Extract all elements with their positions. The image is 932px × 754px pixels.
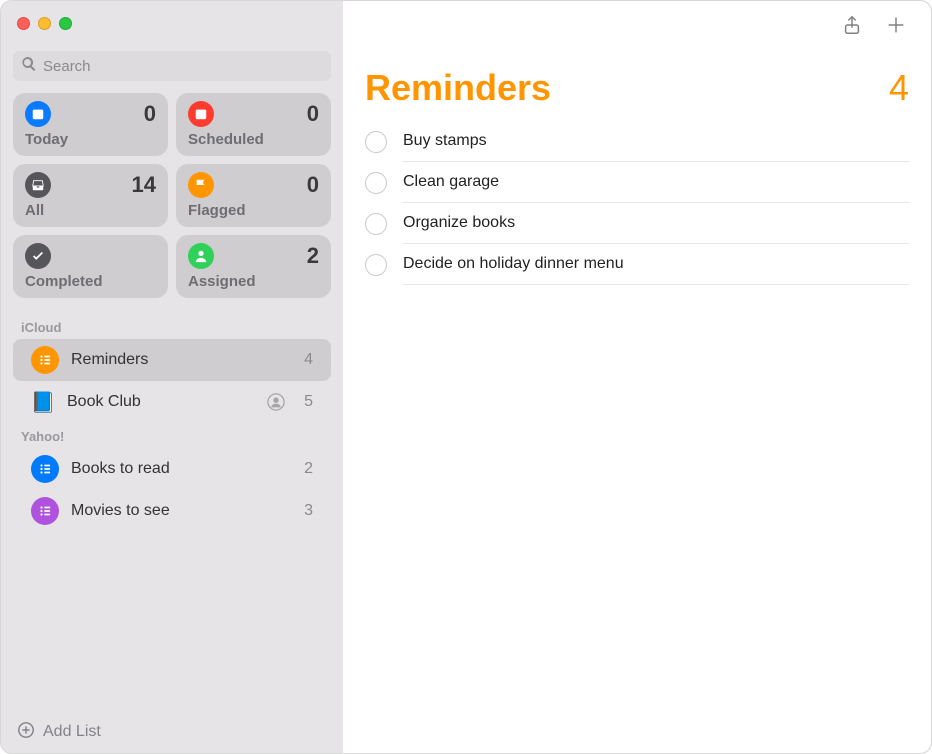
- complete-toggle[interactable]: [365, 172, 387, 194]
- section-header: iCloud: [1, 314, 343, 339]
- list-name: Reminders: [71, 351, 285, 369]
- calendar-icon: [188, 101, 214, 127]
- list-count: 5: [297, 393, 313, 411]
- smart-label: Scheduled: [188, 131, 319, 148]
- add-list-label: Add List: [43, 723, 101, 741]
- window-minimize-button[interactable]: [38, 17, 51, 30]
- reminder-row[interactable]: Organize books: [365, 203, 909, 244]
- add-list-button[interactable]: Add List: [1, 711, 343, 753]
- list-count: 4: [889, 67, 909, 109]
- smart-label: Assigned: [188, 273, 319, 290]
- smart-card-assigned[interactable]: 2 Assigned: [176, 235, 331, 298]
- flag-icon: [188, 172, 214, 198]
- reminder-title[interactable]: Clean garage: [403, 162, 909, 203]
- share-icon: [841, 14, 863, 41]
- window-fullscreen-button[interactable]: [59, 17, 72, 30]
- reminder-row[interactable]: Decide on holiday dinner menu: [365, 244, 909, 285]
- list-title: Reminders: [365, 67, 889, 109]
- plus-circle-icon: [17, 721, 35, 744]
- smart-card-all[interactable]: 14 All: [13, 164, 168, 227]
- smart-card-scheduled[interactable]: 0 Scheduled: [176, 93, 331, 156]
- smart-label: Today: [25, 131, 156, 148]
- list-name: Books to read: [71, 460, 285, 478]
- bullets-icon: [31, 497, 59, 525]
- window-titlebar: [1, 1, 343, 45]
- window-close-button[interactable]: [17, 17, 30, 30]
- list-count: 3: [297, 502, 313, 520]
- search-input[interactable]: [43, 58, 323, 75]
- smart-card-today[interactable]: 0 Today: [13, 93, 168, 156]
- smart-label: Flagged: [188, 202, 319, 219]
- reminder-title[interactable]: Buy stamps: [403, 121, 909, 162]
- search-container: [1, 45, 343, 93]
- complete-toggle[interactable]: [365, 254, 387, 276]
- smart-count: 0: [144, 101, 156, 127]
- reminder-row[interactable]: Buy stamps: [365, 121, 909, 162]
- check-icon: [25, 243, 51, 269]
- reminder-title[interactable]: Decide on holiday dinner menu: [403, 244, 909, 285]
- sidebar: 0 Today 0 Scheduled 14 All 0 Flagged Completed 2 A…: [1, 1, 343, 753]
- smart-card-completed[interactable]: Completed: [13, 235, 168, 298]
- list-count: 2: [297, 460, 313, 478]
- smart-lists-grid: 0 Today 0 Scheduled 14 All 0 Flagged Completed 2 A…: [1, 93, 343, 306]
- reminder-list: Buy stampsClean garageOrganize booksDeci…: [343, 121, 931, 285]
- main-pane: Reminders 4 Buy stampsClean garageOrgani…: [343, 1, 931, 753]
- sidebar-list-row[interactable]: Books to read 2: [13, 448, 331, 490]
- main-toolbar: [343, 1, 931, 53]
- smart-label: Completed: [25, 273, 156, 290]
- new-reminder-button[interactable]: [885, 14, 907, 41]
- sidebar-list-row[interactable]: Reminders 4: [13, 339, 331, 381]
- smart-count: 0: [307, 172, 319, 198]
- sidebar-list-row[interactable]: 📘 Book Club 5: [13, 381, 331, 423]
- shared-icon: [267, 393, 285, 411]
- smart-count: 14: [132, 172, 156, 198]
- complete-toggle[interactable]: [365, 131, 387, 153]
- search-field[interactable]: [13, 51, 331, 81]
- search-icon: [21, 56, 37, 77]
- list-count: 4: [297, 351, 313, 369]
- bullets-icon: [31, 346, 59, 374]
- reminder-row[interactable]: Clean garage: [365, 162, 909, 203]
- sidebar-list-row[interactable]: Movies to see 3: [13, 490, 331, 532]
- plus-icon: [885, 14, 907, 41]
- smart-label: All: [25, 202, 156, 219]
- person-icon: [188, 243, 214, 269]
- book-icon: 📘: [31, 390, 55, 414]
- tray-icon: [25, 172, 51, 198]
- calendar-icon: [25, 101, 51, 127]
- bullets-icon: [31, 455, 59, 483]
- list-name: Movies to see: [71, 502, 285, 520]
- complete-toggle[interactable]: [365, 213, 387, 235]
- reminder-title[interactable]: Organize books: [403, 203, 909, 244]
- list-header: Reminders 4: [343, 53, 931, 121]
- share-button[interactable]: [841, 14, 863, 41]
- smart-card-flagged[interactable]: 0 Flagged: [176, 164, 331, 227]
- lists-area: iCloudReminders4📘Book Club5Yahoo!Books t…: [1, 306, 343, 711]
- section-header: Yahoo!: [1, 423, 343, 448]
- smart-count: 2: [307, 243, 319, 269]
- app-window: 0 Today 0 Scheduled 14 All 0 Flagged Completed 2 A…: [0, 0, 932, 754]
- smart-count: 0: [307, 101, 319, 127]
- list-name: Book Club: [67, 393, 255, 411]
